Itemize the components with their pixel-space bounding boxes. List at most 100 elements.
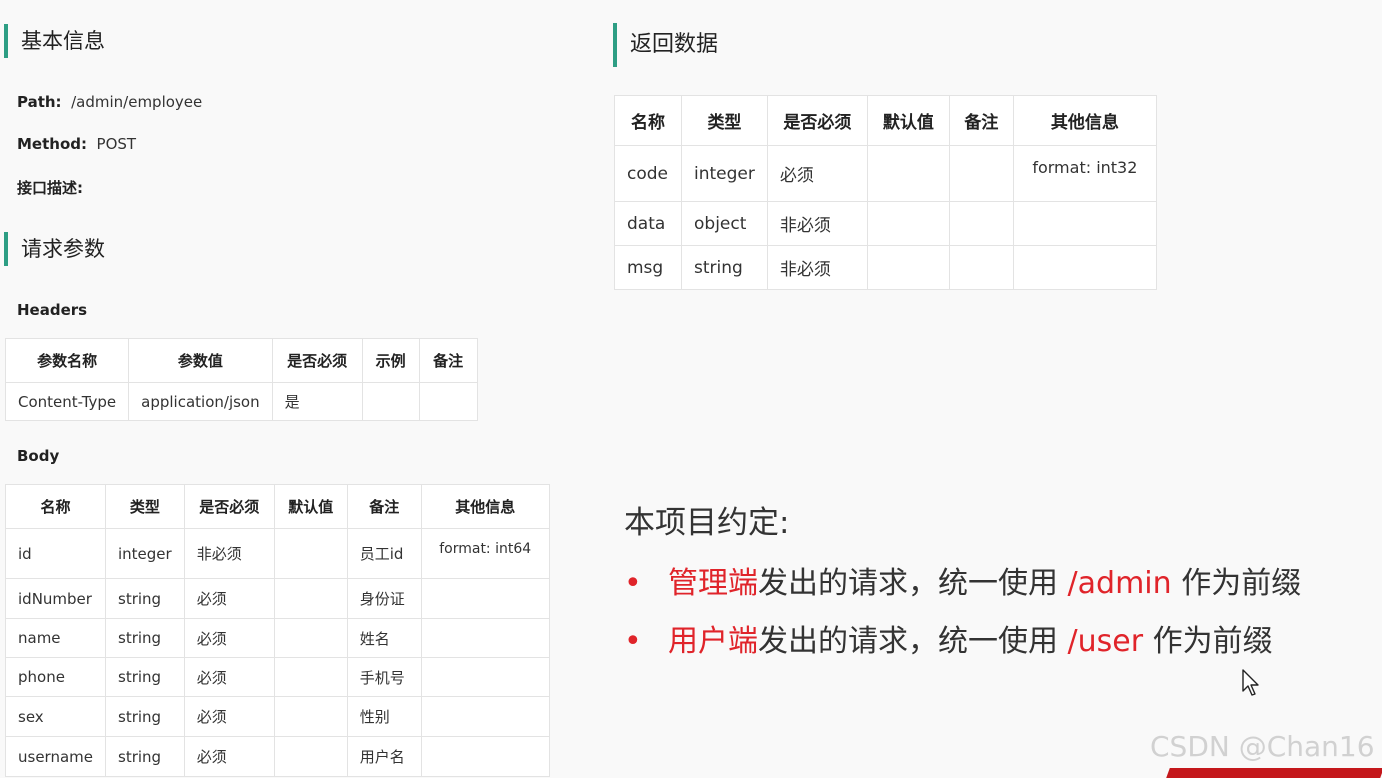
table-cell: username xyxy=(5,736,106,777)
convention-item-admin: • 管理端发出的请求，统一使用 /admin 作为前缀 xyxy=(624,558,1301,602)
table-cell: 非必须 xyxy=(183,528,275,579)
description-label: 接口描述: xyxy=(17,179,83,197)
table-cell xyxy=(273,657,348,697)
table-row: data object 非必须 xyxy=(614,201,1157,246)
column-header: 是否必须 xyxy=(766,95,868,146)
table-cell: 必须 xyxy=(766,145,868,202)
section-title-request-params: 请求参数 xyxy=(4,232,105,266)
table-cell: 手机号 xyxy=(346,657,422,697)
table-cell xyxy=(948,145,1014,202)
convention-text: 发出的请求，统一使用 xyxy=(758,624,1068,659)
table-row: idNumber string 必须 身份证 xyxy=(5,578,550,619)
table-cell xyxy=(273,736,348,777)
column-header: 参数值 xyxy=(128,338,273,383)
table-cell: format: int64 xyxy=(420,528,550,579)
response-table: 名称 类型 是否必须 默认值 备注 其他信息 code integer 必须 f… xyxy=(614,95,1157,290)
convention-text: 作为前缀 xyxy=(1171,566,1302,601)
table-cell: integer xyxy=(681,145,768,202)
table-cell: 性别 xyxy=(346,696,422,737)
table-cell: 是 xyxy=(271,382,363,421)
response-table-header: 名称 类型 是否必须 默认值 备注 其他信息 xyxy=(614,95,1157,146)
table-row: msg string 非必须 xyxy=(614,245,1157,290)
column-header: 名称 xyxy=(614,95,682,146)
convention-text: 发出的请求，统一使用 xyxy=(758,566,1068,601)
table-cell: application/json xyxy=(128,382,273,421)
table-cell: object xyxy=(681,201,768,246)
column-header: 类型 xyxy=(105,484,185,529)
table-cell: 非必须 xyxy=(766,245,868,290)
column-header: 其他信息 xyxy=(420,484,550,529)
column-header: 是否必须 xyxy=(183,484,275,529)
table-cell: 必须 xyxy=(183,736,275,777)
table-row: phone string 必须 手机号 xyxy=(5,657,550,697)
table-cell: string xyxy=(105,618,185,658)
column-header: 备注 xyxy=(346,484,422,529)
table-cell: integer xyxy=(105,528,185,579)
table-cell: string xyxy=(105,578,185,619)
table-cell: 必须 xyxy=(183,578,275,619)
table-cell: string xyxy=(681,245,768,290)
column-header: 备注 xyxy=(418,338,478,383)
column-header: 默认值 xyxy=(866,95,950,146)
table-cell: sex xyxy=(5,696,106,737)
table-cell: code xyxy=(614,145,682,202)
convention-title: 本项目约定: xyxy=(624,505,790,541)
table-cell xyxy=(273,618,348,658)
headers-label: Headers xyxy=(17,301,88,319)
table-cell xyxy=(418,382,478,421)
body-table-header: 名称 类型 是否必须 默认值 备注 其他信息 xyxy=(5,484,550,529)
method-value: POST xyxy=(96,135,137,153)
body-table: 名称 类型 是否必须 默认值 备注 其他信息 id integer 非必须 员工… xyxy=(5,484,550,777)
table-row: username string 必须 用户名 xyxy=(5,736,550,777)
column-header: 参数名称 xyxy=(4,338,130,383)
decorative-red-bar xyxy=(1166,768,1382,778)
table-cell: data xyxy=(614,201,682,246)
table-cell xyxy=(1012,245,1157,290)
section-title-response: 返回数据 xyxy=(613,23,718,67)
convention-item-user: • 用户端发出的请求，统一使用 /user 作为前缀 xyxy=(624,616,1273,660)
table-cell xyxy=(948,201,1014,246)
mouse-cursor-icon xyxy=(1242,669,1259,696)
table-cell xyxy=(420,696,550,737)
table-cell: msg xyxy=(614,245,682,290)
convention-highlight: 用户端 xyxy=(668,624,758,659)
convention-highlight: 管理端 xyxy=(668,566,758,601)
convention-path: /user xyxy=(1067,624,1144,659)
table-cell: 用户名 xyxy=(346,736,422,777)
table-cell: 必须 xyxy=(183,696,275,737)
table-cell xyxy=(420,657,550,697)
bullet-icon: • xyxy=(624,566,642,601)
column-header: 类型 xyxy=(681,95,768,146)
watermark: CSDN @Chan16 xyxy=(1150,730,1375,763)
method-label: Method: xyxy=(17,135,87,153)
column-header: 默认值 xyxy=(273,484,348,529)
path-value: /admin/employee xyxy=(71,93,203,111)
column-header: 示例 xyxy=(361,338,420,383)
headers-table: 参数名称 参数值 是否必须 示例 备注 Content-Type applica… xyxy=(4,338,478,421)
table-row: Content-Type application/json 是 xyxy=(4,382,478,421)
table-cell xyxy=(361,382,420,421)
table-cell: 必须 xyxy=(183,618,275,658)
table-cell xyxy=(866,245,950,290)
table-cell xyxy=(420,578,550,619)
table-cell: 员工id xyxy=(346,528,422,579)
table-cell xyxy=(420,618,550,658)
table-cell: string xyxy=(105,696,185,737)
table-cell xyxy=(948,245,1014,290)
description-row: 接口描述: xyxy=(17,177,83,198)
table-row: code integer 必须 format: int32 xyxy=(614,145,1157,202)
method-row: Method: POST xyxy=(17,135,136,153)
table-row: id integer 非必须 员工id format: int64 xyxy=(5,528,550,579)
headers-table-header: 参数名称 参数值 是否必须 示例 备注 xyxy=(4,338,478,383)
convention-path: /admin xyxy=(1067,566,1172,601)
table-cell: name xyxy=(5,618,106,658)
body-label: Body xyxy=(17,447,60,465)
table-cell: format: int32 xyxy=(1012,145,1157,202)
table-row: sex string 必须 性别 xyxy=(5,696,550,737)
table-cell xyxy=(1012,201,1157,246)
table-cell xyxy=(273,696,348,737)
table-cell: 姓名 xyxy=(346,618,422,658)
table-cell: 必须 xyxy=(183,657,275,697)
table-row: name string 必须 姓名 xyxy=(5,618,550,658)
column-header: 其他信息 xyxy=(1012,95,1157,146)
